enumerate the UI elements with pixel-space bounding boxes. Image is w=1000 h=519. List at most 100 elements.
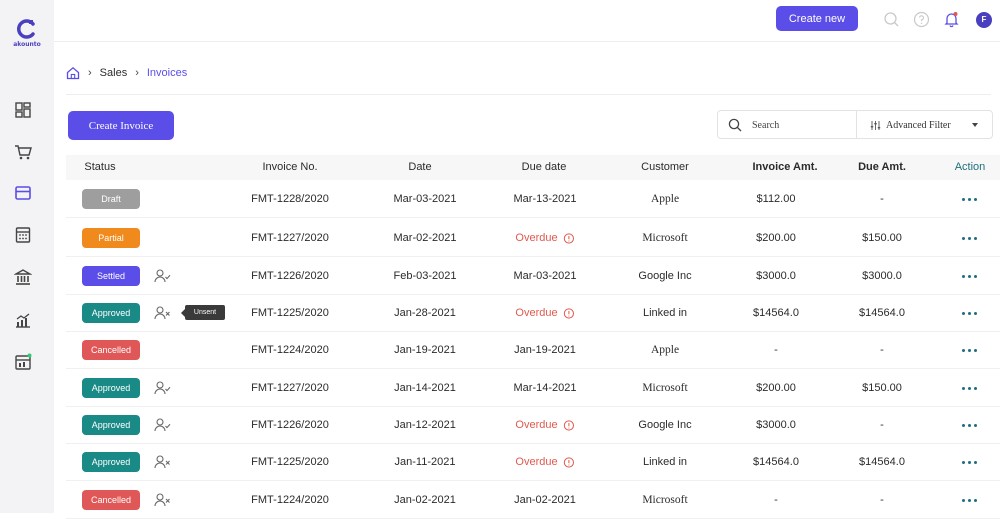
column-header-invoice-amt[interactable]: Invoice Amt. — [753, 161, 818, 173]
invoice-number[interactable]: FMT-1224/2020 — [251, 344, 329, 356]
table-row[interactable]: Approved FMT-1225/2020 Jan-11-2021 Overdue L… — [66, 444, 1000, 481]
more-actions-icon[interactable] — [962, 312, 978, 318]
column-header-due-amt[interactable]: Due Amt. — [858, 161, 906, 173]
table-row[interactable]: Partial FMT-1227/2020 Mar-02-2021 Overdue Mi… — [66, 220, 1000, 257]
invoice-card-icon[interactable] — [14, 184, 32, 202]
user-avatar[interactable]: F — [976, 12, 992, 28]
status-badge[interactable]: Settled — [82, 266, 140, 286]
invoice-number[interactable]: FMT-1225/2020 — [251, 307, 329, 319]
more-actions-icon[interactable] — [962, 237, 978, 243]
create-invoice-button[interactable]: Create Invoice — [68, 111, 174, 140]
due-amount: $150.00 — [862, 232, 902, 244]
more-actions-icon[interactable] — [962, 275, 978, 281]
reports-chart-icon[interactable] — [14, 311, 32, 329]
invoice-number[interactable]: FMT-1227/2020 — [251, 382, 329, 394]
bank-icon[interactable] — [14, 268, 32, 286]
table-row[interactable]: Approved Unsent FMT-1225/2020 Jan-28-2021 Ov… — [66, 295, 1000, 332]
status-badge[interactable]: Approved — [82, 452, 140, 472]
user-check-icon[interactable] — [154, 381, 171, 395]
user-check-icon[interactable] — [154, 269, 171, 283]
invoice-number[interactable]: FMT-1226/2020 — [251, 270, 329, 282]
info-icon[interactable] — [564, 232, 575, 244]
info-icon[interactable] — [564, 307, 575, 319]
table-row[interactable]: Settled FMT-1226/2020 Feb-03-2021 Mar-03-20… — [66, 258, 1000, 295]
status-badge[interactable]: Approved — [82, 378, 140, 398]
notification-bell-icon[interactable] — [943, 11, 960, 28]
invoice-number[interactable]: FMT-1226/2020 — [251, 419, 329, 431]
user-x-icon[interactable] — [154, 306, 171, 320]
invoice-amount: $14564.0 — [753, 456, 799, 468]
status-badge[interactable]: Approved — [82, 303, 140, 323]
column-header-customer[interactable]: Customer — [641, 161, 689, 173]
invoice-date: Mar-02-2021 — [393, 232, 457, 244]
status-badge[interactable]: Cancelled — [82, 490, 140, 510]
customer-name: Google Inc — [638, 270, 692, 282]
more-actions-icon[interactable] — [962, 198, 978, 204]
status-badge[interactable]: Draft — [82, 189, 140, 209]
table-row[interactable]: Draft FMT-1228/2020 Mar-03-2021 Mar-13-2021… — [66, 181, 1000, 218]
due-date: Jan-19-2021 — [514, 344, 576, 356]
invoice-date: Jan-19-2021 — [394, 344, 456, 356]
more-actions-icon[interactable] — [962, 424, 978, 430]
advanced-filter-button[interactable]: Advanced Filter — [870, 116, 951, 134]
caret-down-icon[interactable] — [972, 123, 978, 127]
sidebar: akounto — [0, 0, 54, 513]
invoice-number[interactable]: FMT-1227/2020 — [251, 232, 329, 244]
more-actions-icon[interactable] — [962, 387, 978, 393]
customer-name: Apple — [650, 344, 680, 356]
info-icon[interactable] — [564, 456, 575, 468]
help-icon[interactable] — [913, 11, 930, 28]
more-actions-icon[interactable] — [962, 499, 978, 505]
user-x-icon[interactable] — [154, 493, 171, 507]
column-header-due-date[interactable]: Due date — [522, 161, 567, 173]
breadcrumb-invoices[interactable]: Invoices — [147, 67, 187, 79]
table-row[interactable]: Approved FMT-1227/2020 Jan-14-2021 Mar-14-2… — [66, 370, 1000, 407]
logo[interactable]: akounto — [0, 18, 54, 48]
unsent-tooltip: Unsent — [181, 305, 225, 320]
search-input[interactable] — [752, 116, 852, 134]
invoice-date: Feb-03-2021 — [393, 270, 457, 282]
advanced-filter-label: Advanced Filter — [886, 119, 951, 131]
search-icon[interactable] — [883, 11, 900, 28]
customer-name: Microsoft — [642, 382, 688, 394]
user-check-icon[interactable] — [154, 418, 171, 432]
cart-icon[interactable] — [14, 143, 32, 161]
table-row[interactable]: Cancelled FMT-1224/2020 Jan-02-2021 Jan-02-… — [66, 482, 1000, 519]
column-header-status[interactable]: Status — [84, 161, 115, 173]
invoice-date: Mar-03-2021 — [393, 193, 457, 205]
due-date: Mar-03-2021 — [513, 270, 577, 282]
column-header-invoice-no[interactable]: Invoice No. — [262, 161, 317, 173]
status-badge[interactable]: Approved — [82, 415, 140, 435]
more-actions-icon[interactable] — [962, 461, 978, 467]
divider — [66, 94, 991, 95]
more-actions-icon[interactable] — [962, 349, 978, 355]
invoice-number[interactable]: FMT-1225/2020 — [251, 456, 329, 468]
customer-name: Google Inc — [638, 419, 692, 431]
invoice-number[interactable]: FMT-1224/2020 — [251, 494, 329, 506]
invoice-number[interactable]: FMT-1228/2020 — [251, 193, 329, 205]
user-x-icon[interactable] — [154, 455, 171, 469]
payroll-icon[interactable] — [14, 353, 32, 371]
due-amount: $3000.0 — [862, 270, 902, 282]
akounto-logo-icon — [17, 19, 35, 39]
status-badge[interactable]: Cancelled — [82, 340, 140, 360]
table-row[interactable]: Approved FMT-1226/2020 Jan-12-2021 Overdue G… — [66, 407, 1000, 444]
due-date-overdue: Overdue — [515, 307, 575, 319]
invoice-amount: $3000.0 — [756, 419, 796, 431]
calculator-icon[interactable] — [14, 226, 32, 244]
overdue-label: Overdue — [515, 456, 558, 468]
info-icon[interactable] — [564, 419, 575, 431]
chevron-right-icon: › — [88, 67, 92, 79]
due-amount: - — [880, 419, 884, 431]
create-new-button[interactable]: Create new — [776, 6, 858, 31]
breadcrumb-sales[interactable]: Sales — [100, 67, 128, 79]
customer-name: Microsoft — [642, 232, 688, 244]
home-icon[interactable] — [66, 66, 80, 80]
table-row[interactable]: Cancelled FMT-1224/2020 Jan-19-2021 Jan-19-… — [66, 332, 1000, 369]
status-badge[interactable]: Partial — [82, 228, 140, 248]
due-amount: $150.00 — [862, 382, 902, 394]
column-header-date[interactable]: Date — [408, 161, 431, 173]
customer-name: Linked in — [642, 307, 688, 319]
dashboard-icon[interactable] — [14, 101, 32, 119]
due-date-overdue: Overdue — [515, 232, 575, 244]
